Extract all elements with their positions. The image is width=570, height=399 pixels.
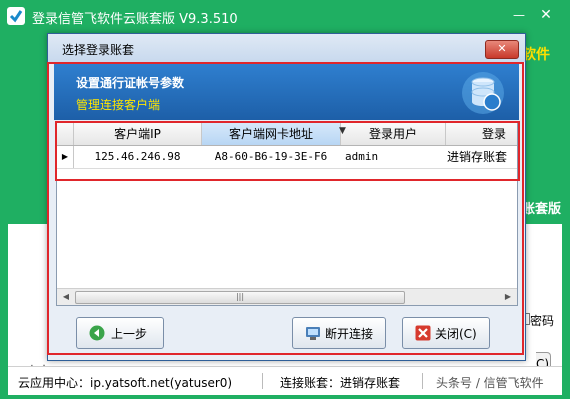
watermark-text: 头条号 / 信管飞软件 [436, 376, 544, 390]
dialog-titlebar: 选择登录账套 ✕ [48, 34, 525, 62]
dialog-title: 选择登录账套 [62, 43, 135, 57]
dialog-close-button[interactable]: ✕ [485, 40, 519, 59]
status-divider [422, 373, 423, 389]
banner-software-text: 软件 [522, 47, 550, 63]
login-window-title: 登录信管飞软件云账套版 V9.3.510 [32, 12, 238, 27]
app-logo-icon [7, 7, 25, 25]
status-divider [262, 373, 263, 389]
status-bar: 云应用中心：ip.yatsoft.net(yatuser0) 连接账套：进销存账… [8, 366, 562, 395]
minimize-button[interactable]: — [510, 8, 528, 22]
connected-account-status: 连接账套：进销存账套 [280, 376, 401, 390]
remember-password-label: 密码 [530, 314, 555, 328]
login-window-titlebar: 登录信管飞软件云账套版 V9.3.510 — ✕ [0, 0, 570, 32]
dialog-highlight-outline [47, 62, 524, 355]
cloud-center-status: 云应用中心：ip.yatsoft.net(yatuser0) [18, 376, 233, 390]
close-window-button[interactable]: ✕ [536, 8, 556, 22]
banner-edition-text: 账套版 [522, 202, 562, 217]
